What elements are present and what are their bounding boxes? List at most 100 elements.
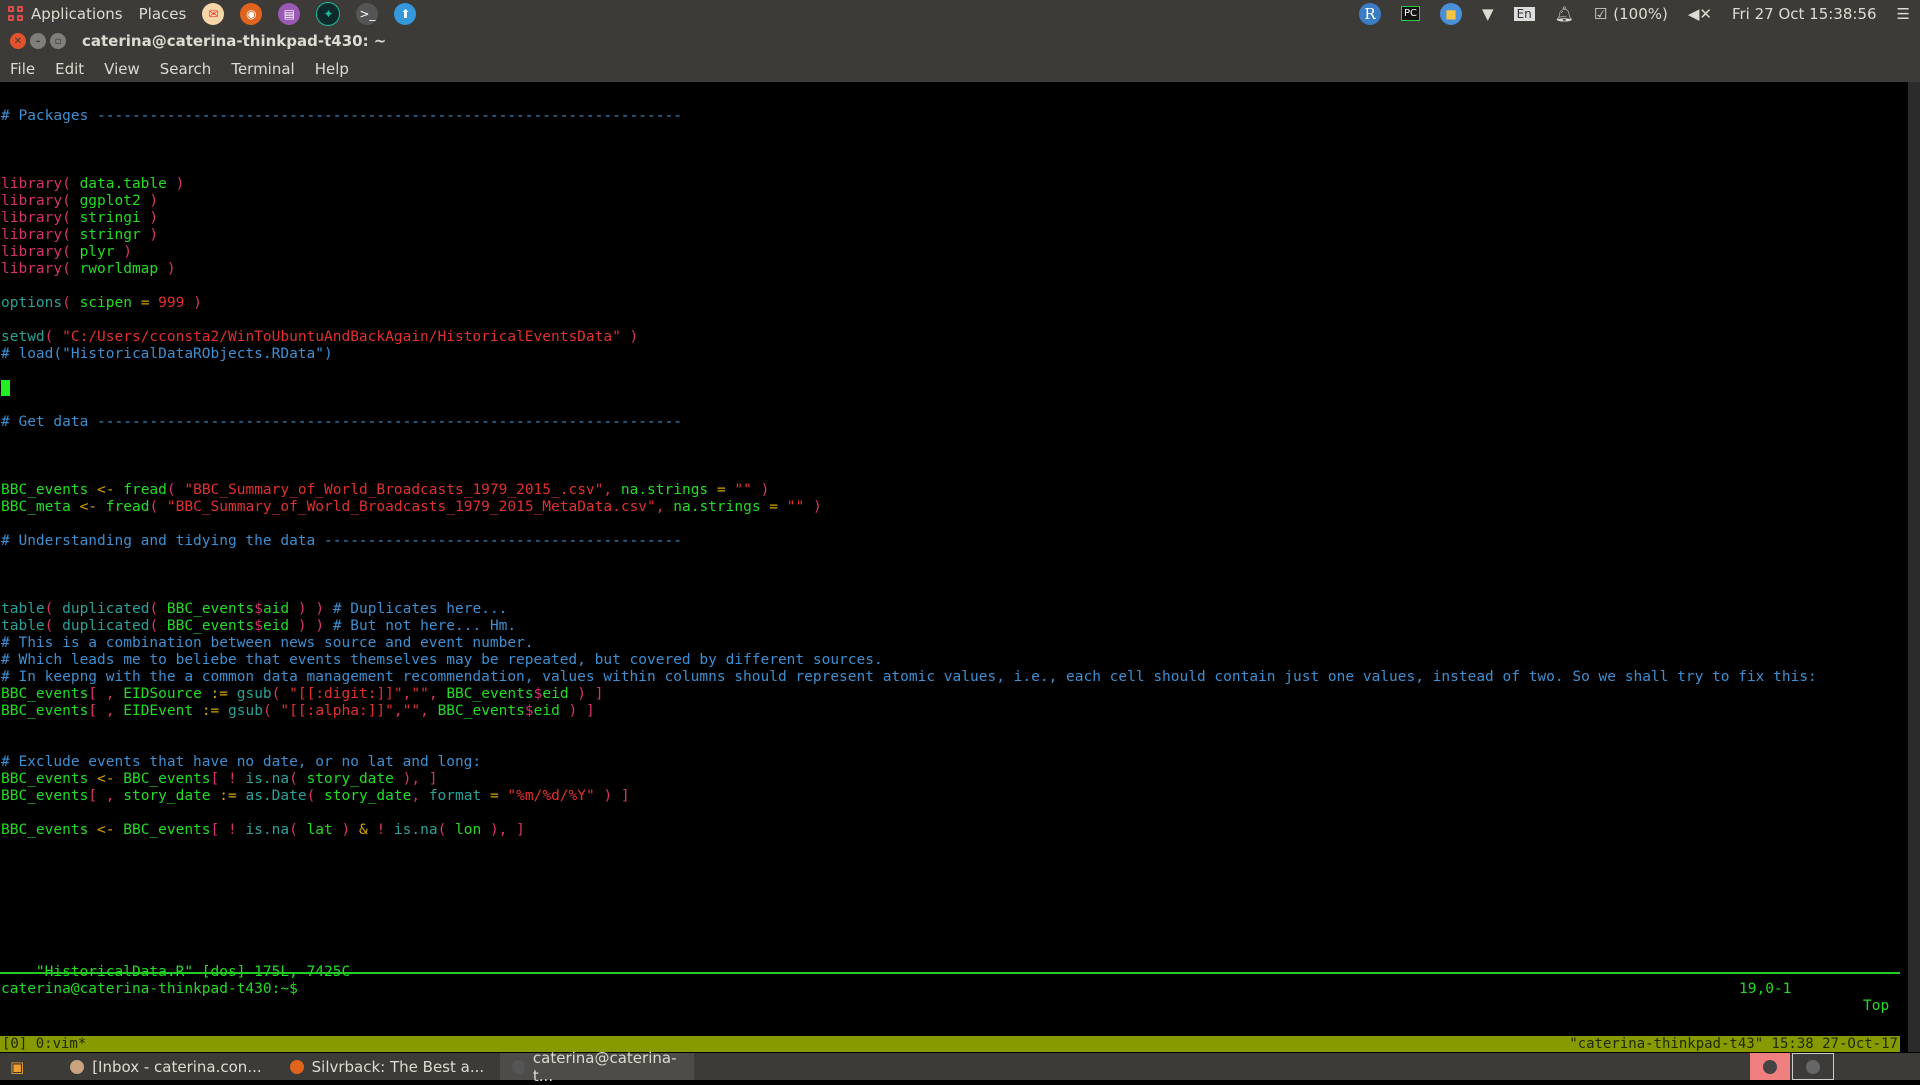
code-token: # In keepng with the a common data manag… [1,669,1817,685]
task-thunderbird[interactable]: [Inbox - caterina.con... [58,1053,273,1080]
code-token: ( [44,329,63,345]
code-token: gsub [219,703,263,719]
code-line: options( scipen = 999 ) [1,295,202,312]
document-viewer-icon[interactable]: ▤ [278,2,301,25]
code-token: [ ! [210,771,246,787]
menu-search[interactable]: Search [150,60,222,78]
clock[interactable]: Fri 27 Oct 15:38:56 [1732,5,1877,23]
terminal-icon [1763,1059,1777,1074]
battery-percent: (100%) [1613,4,1668,23]
volume-muted-icon[interactable]: ◀✕ [1688,5,1712,23]
update-manager-icon[interactable]: ⬆ [394,2,417,25]
code-line: BBC_events[ , EIDSource := gsub( "[[:dig… [1,686,603,703]
tmux-pane-divider[interactable] [0,972,1900,974]
keyboard-layout-indicator[interactable]: En [1513,6,1535,21]
package-icon[interactable]: ■ [1440,2,1463,25]
code-token: ) [140,193,159,209]
code-token: $ [524,703,534,719]
code-token: na.strings [673,499,761,515]
applications-menu[interactable]: Applications [0,0,131,27]
code-token: <- [97,482,115,498]
code-token: := [219,788,237,804]
code-token: "" [411,686,429,702]
code-line: # Exclude events that have no date, or n… [1,754,481,771]
code-token: BBC_events [1,482,98,498]
maximize-window-button[interactable]: ▫ [50,33,66,49]
code-line: table( duplicated( BBC_events$aid ) ) # … [1,601,507,618]
close-window-button[interactable]: ✕ [10,33,26,49]
gitkraken-icon[interactable]: ✦ [316,1,341,26]
code-token: BBC_events [114,822,211,838]
code-token: ( [437,822,456,838]
shell-prompt[interactable]: caterina@caterina-thinkpad-t430:~$ [1,981,298,998]
minimize-window-button[interactable]: – [30,33,46,49]
code-token: format [428,788,482,804]
tmux-window-list[interactable]: [0] 0:vim* [2,1036,86,1052]
code-line: BBC_events <- fread( "BBC_Summary_of_Wor… [1,482,769,499]
menu-help[interactable]: Help [305,60,359,78]
code-token: ( [262,703,281,719]
code-token: = [760,499,787,515]
code-token: data.table [79,176,167,192]
session-menu-icon[interactable]: ☰ [1897,5,1910,23]
menu-view[interactable]: View [94,60,150,78]
workspace-1[interactable] [1750,1053,1790,1080]
vim-cursor-position: 19,0-1 [1739,981,1792,997]
code-token: setwd [1,329,45,345]
code-token: story_date [306,771,394,787]
code-token: ) [114,244,132,260]
code-line: setwd( "C:/Users/cconsta2/WinToUbuntuAnd… [1,329,638,346]
code-token: ( [149,618,167,634]
code-token: lon [455,822,482,838]
task-terminal[interactable]: caterina@caterina-t... [500,1049,695,1085]
notification-bell-icon[interactable]: 🔔︎ [1555,5,1574,23]
code-token: ) [751,482,770,498]
code-token: fread [114,482,167,498]
code-token: ( [44,618,63,634]
terminal-icon[interactable]: >_ [356,2,379,25]
tmux-status-bar: [0] 0:vim* "caterina-thinkpad-t43" 15:38… [0,1036,1900,1052]
pycharm-icon[interactable]: PC [1401,6,1421,21]
code-token: # Packages -----------------------------… [1,108,682,124]
menu-edit[interactable]: Edit [45,60,94,78]
menu-file[interactable]: File [0,60,45,78]
firefox-icon[interactable]: ◉ [240,2,263,25]
battery-indicator[interactable]: ☑ (100%) [1594,5,1668,23]
code-token: EIDSource [123,686,211,702]
code-token: $ [254,601,263,617]
rstudio-icon[interactable]: R [1359,2,1382,25]
code-token: is.na [245,771,290,787]
code-line: library( stringr ) [1,227,158,244]
show-desktop-icon[interactable]: ▣ [0,1053,34,1080]
code-line: BBC_events[ , story_date := as.Date( sto… [1,788,630,805]
code-token: # But not here... Hm. [332,618,517,634]
code-line: BBC_events <- BBC_events[ ! is.na( lat )… [1,822,525,839]
code-token: ( [306,788,325,804]
menu-terminal[interactable]: Terminal [221,60,304,78]
code-token: fread [97,499,150,515]
tmux-status-right: "caterina-thinkpad-t43" 15:38 27-Oct-17 [1569,1036,1898,1052]
code-line: BBC_events <- BBC_events[ ! is.na( story… [1,771,438,788]
code-token: duplicated [62,601,150,617]
cursor-line [1,380,10,397]
terminal-scrollbar[interactable] [1908,82,1920,1052]
code-token: library( [1,193,80,209]
code-token: ( [62,295,80,311]
window-titlebar[interactable]: ✕ – ▫ caterina@caterina-thinkpad-t430: ~ [0,27,1920,55]
mail-icon[interactable]: ✉ [202,2,225,25]
code-token: BBC_events [114,771,211,787]
code-token: # Which leads me to beliebe that events … [1,652,883,668]
terminal-area[interactable]: # Packages -----------------------------… [0,82,1908,1052]
wifi-icon[interactable]: ▼ [1482,5,1494,23]
code-token: library( [1,261,80,277]
task-firefox[interactable]: Silvrback: The Best a... [278,1053,497,1080]
code-token: library( [1,227,80,243]
code-token: eid [262,618,290,634]
code-token: ) ] [568,686,604,702]
places-menu[interactable]: Places [131,0,195,27]
code-token: "%m/%d/%Y" [507,788,595,804]
code-token: <- [79,499,98,515]
code-token: aid [262,601,290,617]
workspace-2[interactable] [1792,1053,1834,1080]
code-token: library( [1,244,80,260]
